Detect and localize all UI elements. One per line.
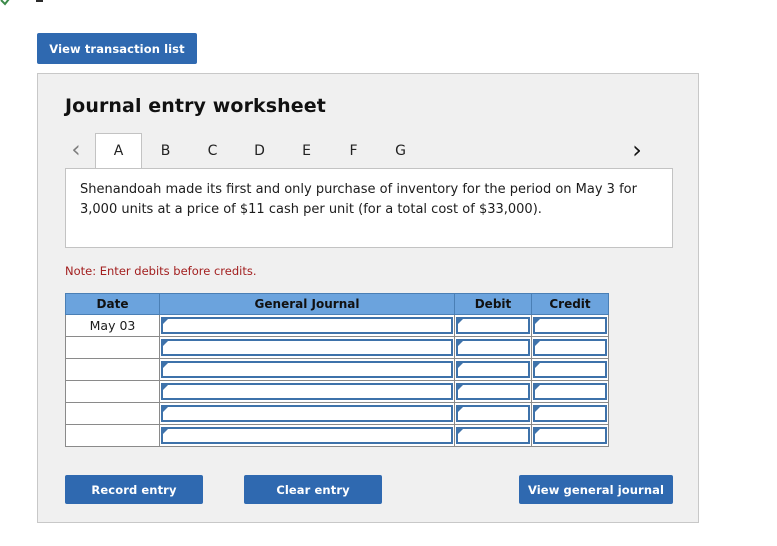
column-header-date: Date bbox=[65, 293, 160, 315]
credit-input[interactable] bbox=[533, 405, 607, 422]
record-entry-button[interactable]: Record entry bbox=[65, 475, 203, 504]
debit-input[interactable] bbox=[456, 361, 530, 378]
table-header-row: Date General Journal Debit Credit bbox=[65, 293, 609, 315]
credit-input[interactable] bbox=[533, 317, 607, 334]
general-journal-cell[interactable] bbox=[159, 380, 455, 403]
debit-input[interactable] bbox=[456, 317, 530, 334]
clear-entry-button[interactable]: Clear entry bbox=[244, 475, 382, 504]
table-row bbox=[65, 402, 609, 425]
general-journal-cell[interactable] bbox=[159, 314, 455, 337]
debit-cell[interactable] bbox=[454, 358, 532, 381]
debit-cell[interactable] bbox=[454, 336, 532, 359]
debit-input[interactable] bbox=[456, 427, 530, 444]
debit-cell[interactable] bbox=[454, 380, 532, 403]
tab-f[interactable]: F bbox=[330, 133, 377, 167]
column-header-general-journal: General Journal bbox=[159, 293, 455, 315]
table-row bbox=[65, 358, 609, 381]
transaction-description-text: Shenandoah made its first and only purch… bbox=[80, 182, 637, 217]
debit-input[interactable] bbox=[456, 383, 530, 400]
next-tab-arrow-icon[interactable]: › bbox=[626, 133, 648, 167]
date-cell[interactable] bbox=[65, 380, 160, 403]
table-row: May 03 bbox=[65, 314, 609, 337]
general-journal-input[interactable] bbox=[161, 383, 453, 400]
worksheet-tabs: ‹ ABCDEFG › bbox=[65, 133, 673, 169]
debit-cell[interactable] bbox=[454, 314, 532, 337]
general-journal-input[interactable] bbox=[161, 427, 453, 444]
tab-e[interactable]: E bbox=[283, 133, 330, 167]
debit-cell[interactable] bbox=[454, 424, 532, 447]
tab-c[interactable]: C bbox=[189, 133, 236, 167]
table-row bbox=[65, 380, 609, 403]
general-journal-input[interactable] bbox=[161, 339, 453, 356]
view-transaction-list-button[interactable]: View transaction list bbox=[37, 33, 197, 64]
column-header-debit: Debit bbox=[454, 293, 532, 315]
credit-cell[interactable] bbox=[531, 402, 609, 425]
date-cell[interactable] bbox=[65, 424, 160, 447]
credit-cell[interactable] bbox=[531, 314, 609, 337]
credit-input[interactable] bbox=[533, 383, 607, 400]
table-row bbox=[65, 424, 609, 447]
credit-cell[interactable] bbox=[531, 380, 609, 403]
tab-b[interactable]: B bbox=[142, 133, 189, 167]
journal-entry-worksheet-panel: Journal entry worksheet ‹ ABCDEFG › Shen… bbox=[37, 73, 699, 523]
tab-d[interactable]: D bbox=[236, 133, 283, 167]
prev-tab-arrow-icon[interactable]: ‹ bbox=[65, 133, 87, 167]
date-cell[interactable]: May 03 bbox=[65, 314, 160, 337]
debits-before-credits-note: Note: Enter debits before credits. bbox=[65, 264, 257, 278]
credit-input[interactable] bbox=[533, 427, 607, 444]
view-general-journal-button[interactable]: View general journal bbox=[519, 475, 673, 504]
date-cell[interactable] bbox=[65, 336, 160, 359]
debit-input[interactable] bbox=[456, 339, 530, 356]
date-cell[interactable] bbox=[65, 358, 160, 381]
column-header-credit: Credit bbox=[531, 293, 609, 315]
debit-input[interactable] bbox=[456, 405, 530, 422]
tab-list: ABCDEFG bbox=[95, 133, 424, 169]
general-journal-input[interactable] bbox=[161, 361, 453, 378]
transaction-description-box: Shenandoah made its first and only purch… bbox=[65, 168, 673, 248]
general-journal-input[interactable] bbox=[161, 405, 453, 422]
credit-cell[interactable] bbox=[531, 358, 609, 381]
general-journal-input[interactable] bbox=[161, 317, 453, 334]
general-journal-cell[interactable] bbox=[159, 358, 455, 381]
credit-input[interactable] bbox=[533, 361, 607, 378]
debit-cell[interactable] bbox=[454, 402, 532, 425]
credit-cell[interactable] bbox=[531, 336, 609, 359]
top-edge-artifact bbox=[36, 0, 43, 2]
table-row bbox=[65, 336, 609, 359]
tab-a[interactable]: A bbox=[95, 133, 142, 169]
credit-cell[interactable] bbox=[531, 424, 609, 447]
green-check-icon bbox=[0, 0, 14, 6]
credit-input[interactable] bbox=[533, 339, 607, 356]
general-journal-cell[interactable] bbox=[159, 424, 455, 447]
tab-g[interactable]: G bbox=[377, 133, 424, 167]
date-cell[interactable] bbox=[65, 402, 160, 425]
general-journal-cell[interactable] bbox=[159, 336, 455, 359]
journal-entry-table: Date General Journal Debit Credit May 03 bbox=[65, 293, 609, 447]
general-journal-cell[interactable] bbox=[159, 402, 455, 425]
page-title: Journal entry worksheet bbox=[65, 95, 326, 117]
